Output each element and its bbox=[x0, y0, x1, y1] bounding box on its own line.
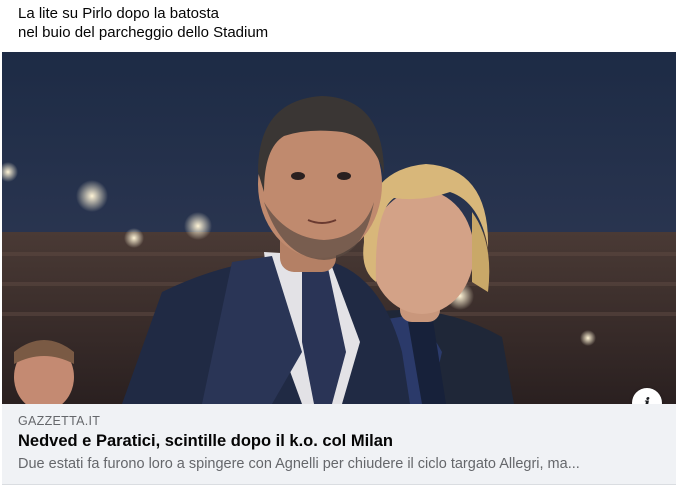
link-preview-image[interactable] bbox=[2, 52, 676, 404]
link-headline[interactable]: Nedved e Paratici, scintille dopo il k.o… bbox=[18, 432, 393, 451]
feed-post: La lite su Pirlo dopo la batosta nel bui… bbox=[0, 0, 676, 485]
link-domain: GAZZETTA.IT bbox=[18, 414, 101, 428]
caption-line-2: nel buio del parcheggio dello Stadium bbox=[18, 24, 269, 41]
link-description: Due estati fa furono loro a spingere con… bbox=[18, 456, 580, 472]
post-caption: La lite su Pirlo dopo la batosta nel bui… bbox=[18, 4, 658, 42]
photo-illustration bbox=[2, 52, 676, 404]
caption-line-1: La lite su Pirlo dopo la batosta bbox=[18, 5, 219, 22]
link-preview-meta[interactable]: GAZZETTA.IT Nedved e Paratici, scintille… bbox=[2, 404, 676, 485]
